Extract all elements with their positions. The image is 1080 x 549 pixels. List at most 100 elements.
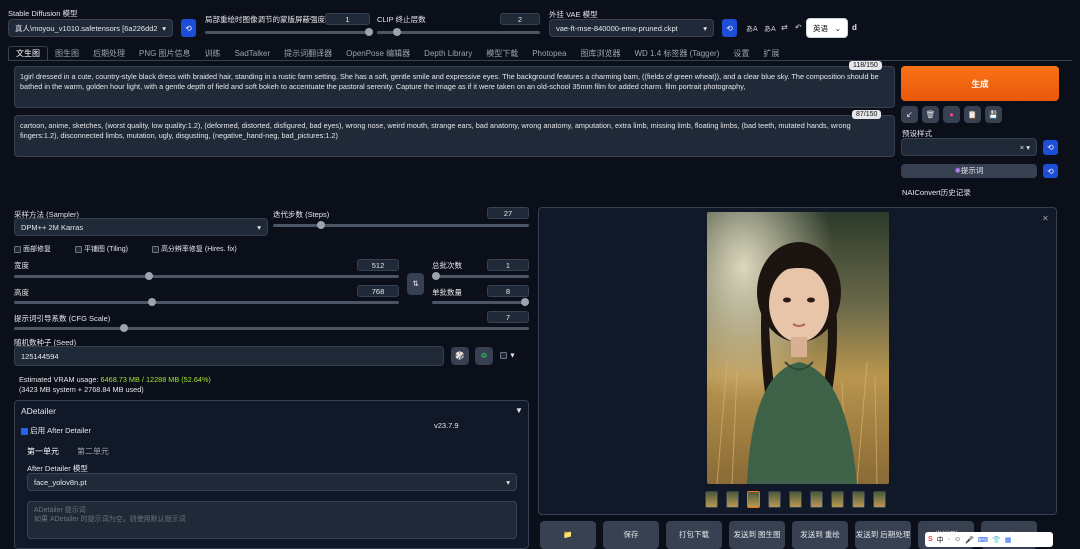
adetailer-enable-checkbox[interactable]: 启用 After Detailer <box>21 425 91 436</box>
height-label: 高度 <box>14 288 29 297</box>
model-select[interactable]: 真人\moyou_v1010.safetensors [6a226dd2 ▾ <box>8 19 173 37</box>
tab-6[interactable]: 提示词翻译器 <box>277 47 339 61</box>
action-button-1[interactable]: 打包下载 <box>666 521 722 549</box>
swap-icon[interactable]: ⇄ <box>781 23 788 32</box>
steps-slider[interactable] <box>273 221 529 229</box>
refresh-icon: ⟲ <box>1047 166 1054 176</box>
extra-d-label: d <box>852 23 857 32</box>
generate-button[interactable]: 生成 <box>901 66 1059 101</box>
batch-count-slider-thumb[interactable] <box>432 272 440 280</box>
seed-input[interactable]: 125144594 <box>14 346 444 366</box>
cfg-input[interactable]: 7 <box>487 311 529 323</box>
open-folder-button[interactable]: 📁 <box>540 521 596 549</box>
height-slider-thumb[interactable] <box>148 298 156 306</box>
clip-input[interactable]: 2 <box>500 13 540 25</box>
swap-dimensions-button[interactable]: ⇅ <box>407 273 424 295</box>
cfg-slider-thumb[interactable] <box>120 324 128 332</box>
sampler-select[interactable]: DPM++ 2M Karras ▾ <box>14 218 268 236</box>
clipboard-button[interactable]: 📋 <box>964 106 981 123</box>
height-slider[interactable] <box>14 298 399 306</box>
negative-prompt-textarea[interactable]: cartoon, anime, sketches, (worst quality… <box>14 115 895 157</box>
undo-icon[interactable]: ↶ <box>795 23 802 32</box>
style-select[interactable]: × ▾ <box>901 138 1037 156</box>
gallery-thumbnail[interactable] <box>831 491 844 508</box>
cfg-slider[interactable] <box>14 324 529 332</box>
clip-slider[interactable] <box>377 28 540 36</box>
refresh-style-button[interactable]: ⟲ <box>1043 140 1058 155</box>
attn-slider-thumb[interactable] <box>365 28 373 36</box>
reuse-seed-button[interactable]: ♻ <box>475 347 493 365</box>
tab-7[interactable]: OpenPose 编辑器 <box>339 47 417 61</box>
tab-0[interactable]: 文生图 <box>8 46 48 61</box>
grid-icon: ▦ <box>1004 536 1012 544</box>
prompt-textarea[interactable]: 1girl dressed in a cute, country-style b… <box>14 66 895 108</box>
gallery-thumbnail[interactable] <box>705 491 718 508</box>
action-button-2[interactable]: 发送到 图生图 <box>729 521 785 549</box>
tab-unit-1[interactable]: 第一单元 <box>27 446 59 457</box>
tab-5[interactable]: SadTalker <box>228 47 278 61</box>
action-button-0[interactable]: 保存 <box>603 521 659 549</box>
vae-select[interactable]: vae-ft-mse-840000-ema-pruned.ckpt ▾ <box>549 19 714 37</box>
face-restore-checkbox[interactable]: 面部修复 <box>14 244 51 254</box>
ime-toolbar[interactable]: S 中 · ☺ 🎤 ⌨ 👕 ▦ <box>925 532 1053 547</box>
tab-11[interactable]: 图库浏览器 <box>573 47 627 61</box>
refresh-vae-button[interactable]: ⟲ <box>722 19 737 37</box>
gallery-thumbnail[interactable] <box>852 491 865 508</box>
tab-4[interactable]: 训练 <box>198 47 228 61</box>
refresh-model-button[interactable]: ⟲ <box>181 19 196 37</box>
gallery-thumbnail[interactable] <box>768 491 781 508</box>
height-input[interactable]: 768 <box>357 285 399 297</box>
adetailer-title: ADetailer <box>21 406 56 416</box>
batch-count-input[interactable]: 1 <box>487 259 529 271</box>
adetailer-prompt-textarea[interactable]: ADetailer 提示词 如果 ADetailer 的提示词为空，则使用默认提… <box>27 501 517 539</box>
tab-10[interactable]: Photopea <box>525 47 573 61</box>
language-select[interactable]: 英语 ⌄ <box>806 18 848 38</box>
translate-alt-icon[interactable]: あA <box>764 24 776 34</box>
extra-networks-button[interactable]: ● <box>943 106 960 123</box>
tab-2[interactable]: 后期处理 <box>86 47 132 61</box>
action-button-3[interactable]: 发送到 重绘 <box>792 521 848 549</box>
batch-size-input[interactable]: 8 <box>487 285 529 297</box>
attn-slider[interactable] <box>205 28 373 36</box>
gallery-thumbnail[interactable] <box>873 491 886 508</box>
chevron-down-icon: ▾ <box>162 23 166 33</box>
save-style-button[interactable]: 💾 <box>985 106 1002 123</box>
tab-9[interactable]: 模型下载 <box>479 47 525 61</box>
adetailer-model-select[interactable]: face_yolov8n.pt ▾ <box>27 473 517 491</box>
attn-input[interactable]: 1 <box>325 13 370 25</box>
gallery-thumbnail[interactable] <box>789 491 802 508</box>
steps-input[interactable]: 27 <box>487 207 529 219</box>
tab-unit-2[interactable]: 第二单元 <box>77 446 109 457</box>
tiling-checkbox[interactable]: 平铺图 (Tiling) <box>74 244 128 254</box>
random-seed-button[interactable]: 🎲 <box>451 347 469 365</box>
tab-8[interactable]: Depth Library <box>417 47 479 61</box>
width-input[interactable]: 512 <box>357 259 399 271</box>
tab-14[interactable]: 扩展 <box>756 47 786 61</box>
translate-icon[interactable]: あA <box>746 24 758 34</box>
width-slider-thumb[interactable] <box>145 272 153 280</box>
width-slider[interactable] <box>14 272 399 280</box>
gallery-thumbnail[interactable] <box>726 491 739 508</box>
clip-slider-thumb[interactable] <box>393 28 401 36</box>
read-params-button[interactable]: ↙ <box>901 106 918 123</box>
gallery-thumbnail[interactable] <box>810 491 823 508</box>
trash-button[interactable]: 🗑 <box>922 106 939 123</box>
steps-slider-thumb[interactable] <box>317 221 325 229</box>
close-icon[interactable]: ✕ <box>1042 214 1049 223</box>
tab-3[interactable]: PNG 图片信息 <box>132 47 198 61</box>
refresh-helper-button[interactable]: ⟲ <box>1043 164 1058 178</box>
generated-image[interactable] <box>707 212 889 484</box>
action-button-4[interactable]: 发送到 后期处理 <box>855 521 911 549</box>
recycle-icon: ♻ <box>480 351 488 360</box>
tab-1[interactable]: 图生图 <box>48 47 86 61</box>
batch-size-slider[interactable] <box>432 298 529 306</box>
tab-12[interactable]: WD 1.4 标签器 (Tagger) <box>627 47 726 61</box>
batch-count-slider[interactable] <box>432 272 529 280</box>
batch-size-slider-thumb[interactable] <box>521 298 529 306</box>
extra-seed-checkbox[interactable]: ▼ <box>500 352 516 359</box>
collapse-icon[interactable]: ▼ <box>515 406 523 415</box>
prompt-helper-button[interactable]: ✺ 提示词 <box>901 164 1037 178</box>
tab-13[interactable]: 设置 <box>726 47 756 61</box>
hires-checkbox[interactable]: 高分辨率修复 (Hires. fix) <box>151 244 237 254</box>
gallery-thumbnail[interactable] <box>747 491 760 508</box>
